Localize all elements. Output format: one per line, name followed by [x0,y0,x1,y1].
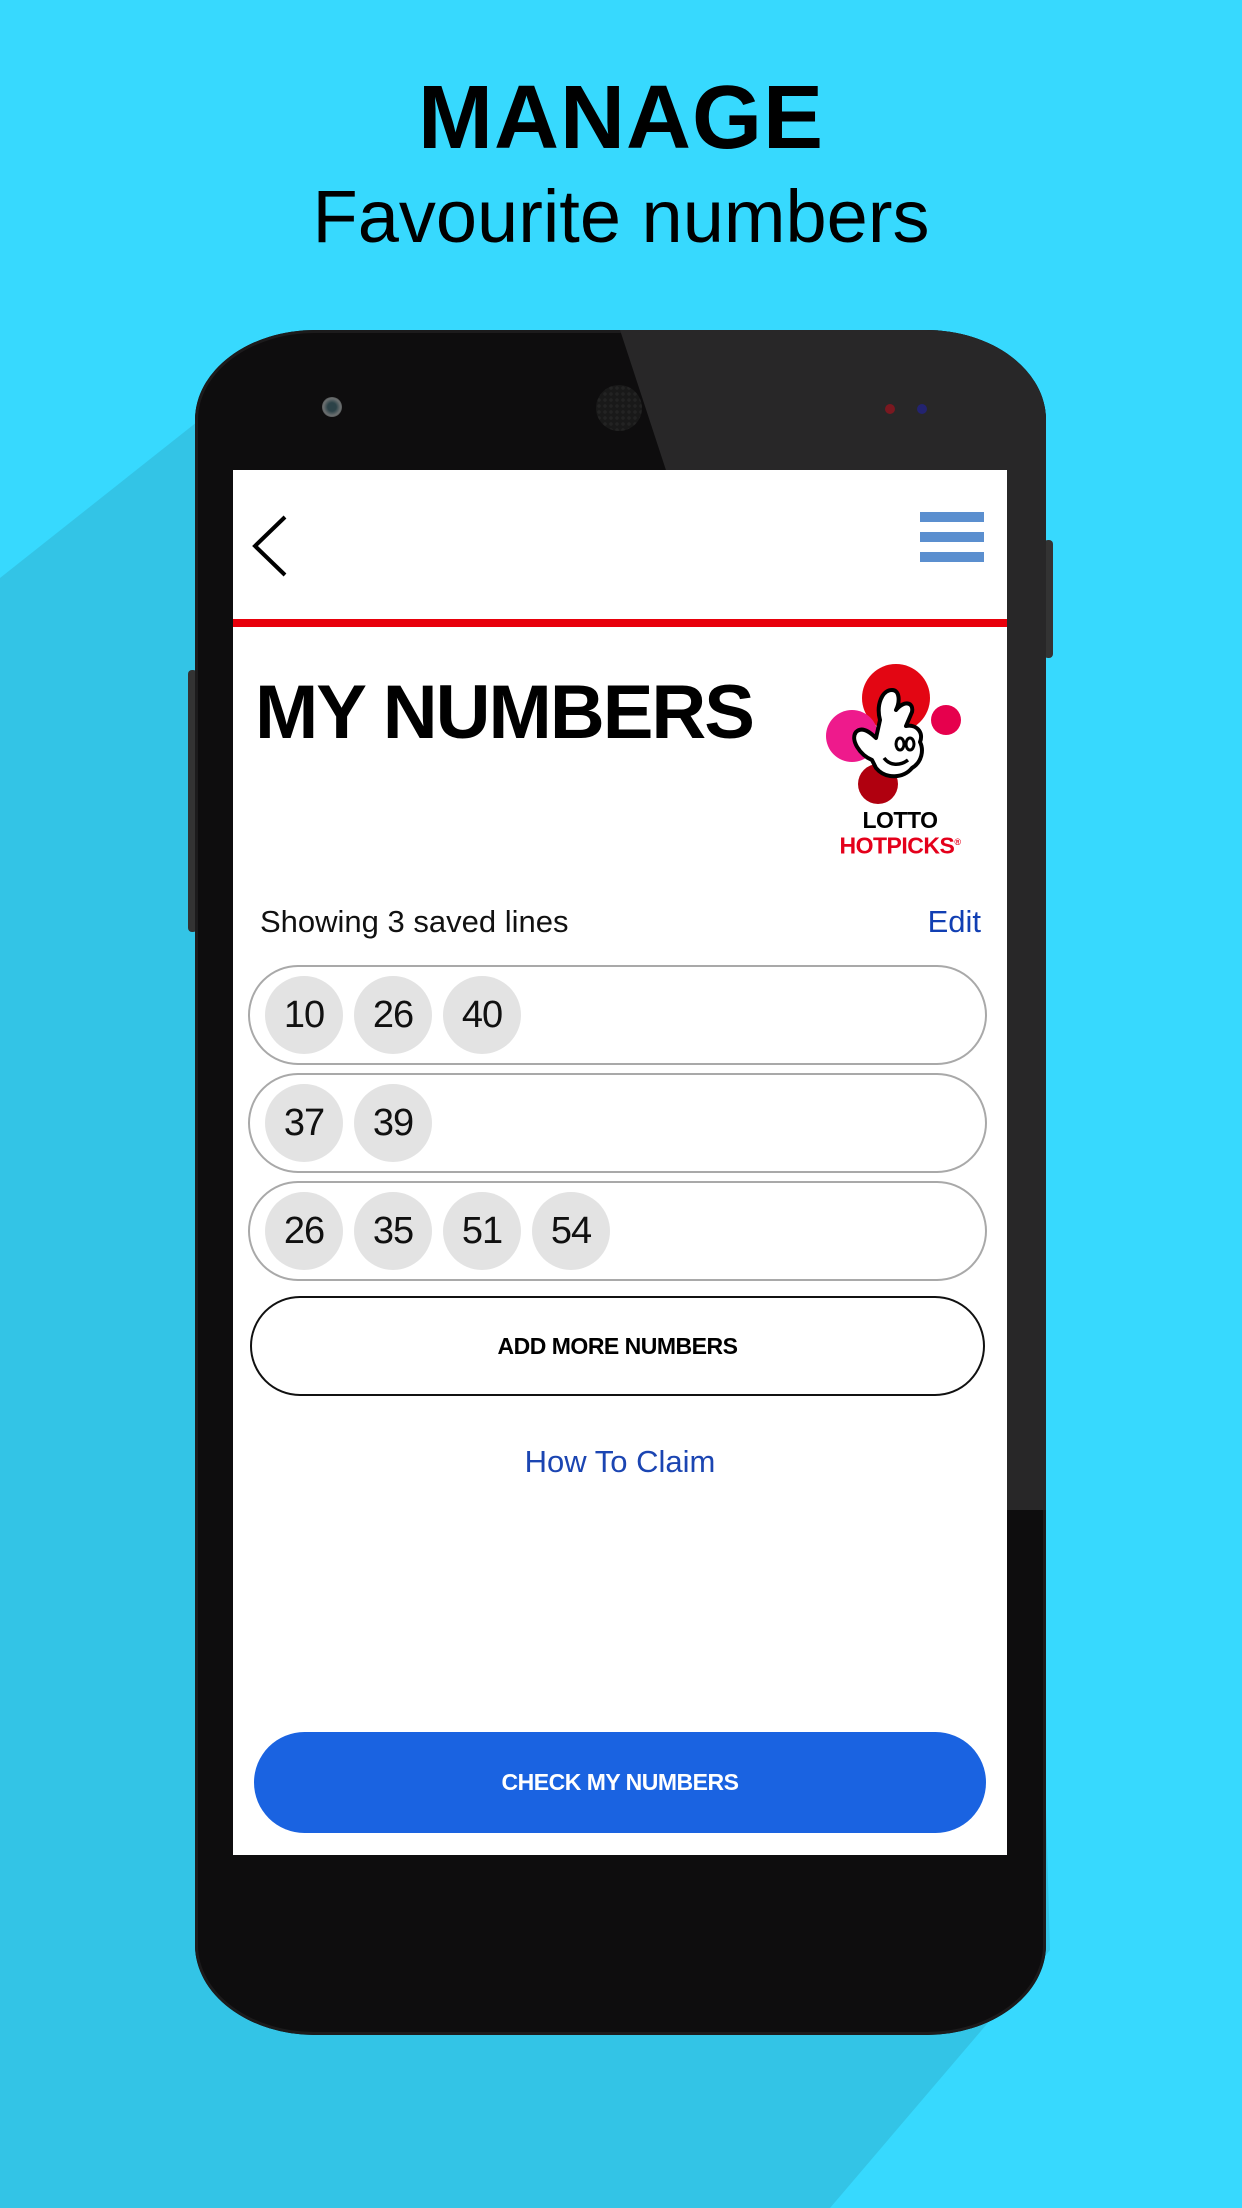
number-ball: 10 [265,976,343,1054]
number-ball: 26 [265,1192,343,1270]
page-title: MY NUMBERS [255,670,755,755]
crossed-fingers-icon [826,664,961,804]
led-red-indicator [885,404,895,414]
app-header [233,470,1007,619]
add-more-numbers-button[interactable]: ADD MORE NUMBERS [250,1296,985,1396]
logo-text-hotpicks: HOTPICKS® [820,830,980,858]
number-ball: 35 [354,1192,432,1270]
saved-lines-count: Showing 3 saved lines [260,904,569,939]
edit-button[interactable]: Edit [928,902,981,942]
lotto-hotpicks-logo: LOTTO HOTPICKS® [820,660,980,860]
saved-line[interactable]: 26 35 51 54 [248,1181,987,1281]
logo-text-lotto: LOTTO [862,807,938,833]
how-to-claim-link[interactable]: How To Claim [233,1442,1007,1482]
logo-text-hotpicks-label: HOTPICKS [839,832,955,859]
registered-mark: ® [954,837,961,847]
back-button[interactable] [249,514,289,578]
led-blue-indicator [917,404,927,414]
menu-button[interactable] [919,510,985,566]
hamburger-menu-icon-bar [920,532,984,542]
header-divider [233,619,1007,627]
promo-subtitle: Favourite numbers [312,175,930,258]
speaker-grille [596,385,642,431]
number-ball: 51 [443,1192,521,1270]
saved-line[interactable]: 37 39 [248,1073,987,1173]
saved-lines-list: 10 26 40 37 39 26 35 51 54 [248,965,987,1289]
saved-line[interactable]: 10 26 40 [248,965,987,1065]
number-ball: 37 [265,1084,343,1162]
app-screen: MY NUMBERS LOTTO HOTPICKS® Showing 3 sav… [233,470,1007,1855]
chevron-left-icon [252,515,287,577]
number-ball: 54 [532,1192,610,1270]
number-ball: 39 [354,1084,432,1162]
camera-icon [322,397,342,417]
hamburger-menu-icon-bar [920,512,984,522]
number-ball: 26 [354,976,432,1054]
number-ball: 40 [443,976,521,1054]
check-my-numbers-button[interactable]: CHECK MY NUMBERS [254,1732,986,1833]
promo-title: MANAGE [418,68,824,168]
hamburger-menu-icon-bar [920,552,984,562]
